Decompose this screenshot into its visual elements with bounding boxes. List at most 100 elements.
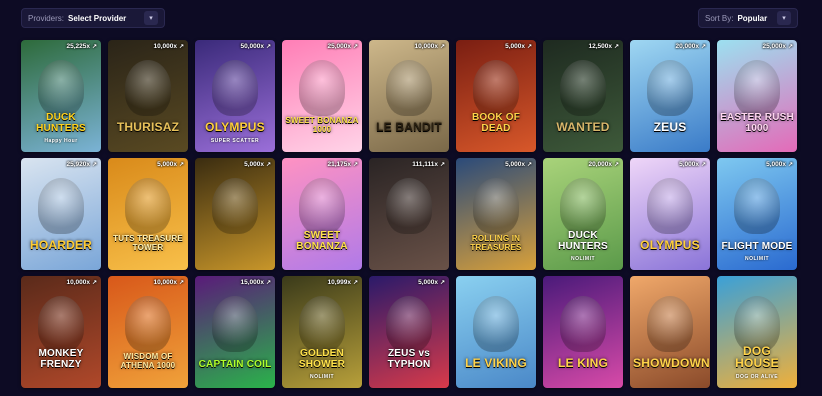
game-tile[interactable]: 10,000x ↗ MONKEY FRENZY [21,276,101,388]
max-win-value: 5,000x [505,161,525,168]
game-title: DUCK HUNTERS [36,112,86,134]
game-tile[interactable]: LE VIKING [456,276,536,388]
max-win-badge: 21,175x ↗ [327,161,358,168]
character-art [125,178,171,234]
character-art [299,60,345,116]
game-title: WISDOM OF ATHENA 1000 [120,352,176,370]
chevron-down-icon: ▾ [144,11,158,25]
trend-up-icon: ↗ [352,162,358,168]
game-title: ZEUS vs TYPHON [387,348,431,370]
game-subtitle: DOG OR ALIVE [735,374,779,380]
sort-select[interactable]: Sort By: Popular ▾ [698,8,798,28]
game-tile[interactable]: LE KING [543,276,623,388]
game-title: OLYMPUS [640,238,700,253]
game-tile[interactable]: 10,000x ↗ WISDOM OF ATHENA 1000 [108,276,188,388]
game-title: LE BANDIT [376,120,442,135]
game-tile[interactable]: DOG HOUSE DOG OR ALIVE [717,276,797,388]
max-win-badge: 10,999x ↗ [327,279,358,286]
max-win-badge: 15,000x ↗ [240,279,271,286]
max-win-value: 25,000x [327,43,351,50]
trend-up-icon: ↗ [439,162,445,168]
max-win-badge: 5,000x ↗ [505,43,532,50]
trend-up-icon: ↗ [265,280,271,286]
game-title: SHOWDOWN [633,356,710,371]
max-win-value: 5,000x [766,161,786,168]
game-tile[interactable]: 10,000x ↗ LE BANDIT [369,40,449,152]
trend-up-icon: ↗ [526,44,532,50]
game-tile[interactable]: 12,500x ↗ WANTED [543,40,623,152]
trend-up-icon: ↗ [526,162,532,168]
game-tile[interactable]: 25,000x ↗ EASTER RUSH 1000 [717,40,797,152]
max-win-value: 25,000x [762,43,786,50]
game-tile[interactable]: 5,000x ↗ FLIGHT MODE NOLIMIT [717,158,797,270]
trend-up-icon: ↗ [352,280,358,286]
game-title: LE VIKING [465,356,527,371]
provider-select-label: Providers: [28,13,65,23]
max-win-badge: 50,000x ↗ [240,43,271,50]
game-grid: 25,225x ↗ DUCK HUNTERS Happy Hour 10,000x ↗ TH… [21,40,797,388]
max-win-value: 21,175x [327,161,351,168]
max-win-value: 10,000x [414,43,438,50]
game-tile[interactable]: 5,000x ↗ BOOK OF DEAD [456,40,536,152]
chevron-down-icon: ▾ [777,11,791,25]
game-tile[interactable]: 25,000x ↗ SWEET BONANZA 1000 [282,40,362,152]
trend-up-icon: ↗ [265,44,271,50]
filter-bar: Providers: Select Provider ▾ Sort By: Po… [0,0,822,36]
game-tile[interactable]: 10,000x ↗ THURISAZ [108,40,188,152]
game-subtitle: SUPER SCATTER [210,138,260,144]
trend-up-icon: ↗ [787,44,793,50]
game-tile[interactable]: 20,000x ↗ ZEUS [630,40,710,152]
trend-up-icon: ↗ [178,162,184,168]
max-win-value: 20,000x [588,161,612,168]
game-tile[interactable]: 25,225x ↗ DUCK HUNTERS Happy Hour [21,40,101,152]
game-title: SWEET BONANZA 1000 [285,116,359,134]
game-title: CAPTAIN COIL [198,358,272,370]
max-win-badge: 10,000x ↗ [66,279,97,286]
game-tile[interactable]: 25,920x ↗ HOARDER [21,158,101,270]
provider-select[interactable]: Providers: Select Provider ▾ [21,8,165,28]
game-tile[interactable]: 21,175x ↗ SWEET BONANZA [282,158,362,270]
max-win-value: 5,000x [244,161,264,168]
provider-select-value: Select Provider [68,13,127,23]
game-tile[interactable]: 15,000x ↗ CAPTAIN COIL [195,276,275,388]
character-art [473,60,519,116]
game-tile[interactable]: 10,999x ↗ GOLDEN SHOWER NOLIMIT [282,276,362,388]
max-win-badge: 111,111x ↗ [412,161,445,168]
game-tile[interactable]: 5,000x ↗ OLYMPUS [630,158,710,270]
max-win-value: 111,111x [412,161,438,168]
game-title: DOG HOUSE [735,343,779,371]
trend-up-icon: ↗ [178,280,184,286]
max-win-badge: 10,000x ↗ [153,279,184,286]
character-art [212,60,258,116]
game-tile[interactable]: 111,111x ↗ [369,158,449,270]
character-art [647,178,693,234]
game-title: MONKEY FRENZY [38,348,84,370]
game-tile[interactable]: SHOWDOWN [630,276,710,388]
game-tile[interactable]: 5,000x ↗ TUTS TREASURE TOWER [108,158,188,270]
trend-up-icon: ↗ [700,44,706,50]
trend-up-icon: ↗ [91,162,97,168]
max-win-value: 25,920x [66,161,90,168]
sort-select-value: Popular [737,13,768,23]
character-art [38,60,84,116]
max-win-badge: 20,000x ↗ [675,43,706,50]
max-win-value: 25,225x [66,43,90,50]
game-tile[interactable]: 50,000x ↗ OLYMPUS SUPER SCATTER [195,40,275,152]
trend-up-icon: ↗ [700,162,706,168]
game-tile[interactable]: 5,000x ↗ ZEUS vs TYPHON [369,276,449,388]
max-win-value: 10,999x [327,279,351,286]
game-tile[interactable]: 20,000x ↗ DUCK HUNTERS NOLIMIT [543,158,623,270]
max-win-value: 5,000x [157,161,177,168]
trend-up-icon: ↗ [613,162,619,168]
max-win-badge: 25,225x ↗ [66,43,97,50]
game-tile[interactable]: 5,000x ↗ ROLLING IN TREASURES [456,158,536,270]
max-win-value: 50,000x [240,43,264,50]
game-title: THURISAZ [116,120,180,135]
game-title: LE KING [557,356,609,371]
game-tile[interactable]: 5,000x ↗ [195,158,275,270]
max-win-badge: 25,920x ↗ [66,161,97,168]
game-title: DUCK HUNTERS [558,230,608,252]
trend-up-icon: ↗ [91,44,97,50]
game-title: ZEUS [653,120,687,135]
character-art [38,296,84,352]
